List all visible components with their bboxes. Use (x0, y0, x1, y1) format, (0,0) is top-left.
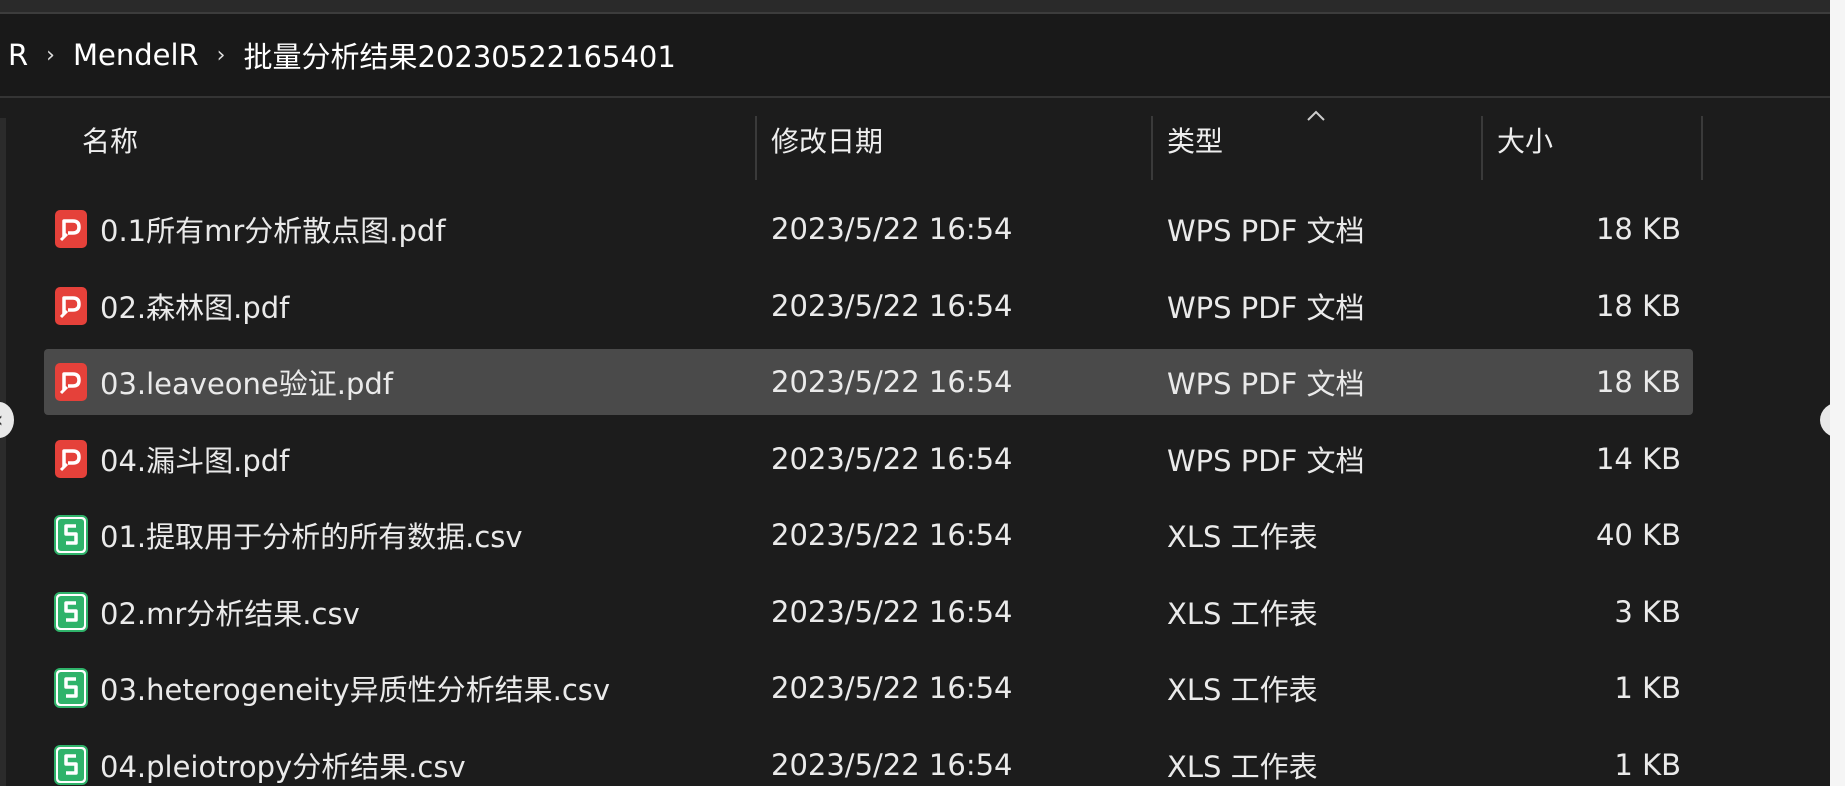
file-name: 04.pleiotropy分析结果.csv (100, 749, 466, 784)
file-row[interactable]: 0.1所有mr分析散点图.pdf 2023/5/22 16:54 WPS PDF 文… (44, 196, 1693, 262)
sort-ascending-icon (1307, 110, 1325, 121)
file-modified-date: 2023/5/22 16:54 (771, 671, 1013, 705)
file-list: 名称 修改日期 类型 大小 0.1所有mr分析散点图.pdf 2023/5/22 … (0, 98, 1830, 786)
file-type: WPS PDF 文档 (1167, 290, 1365, 325)
column-header-size-label: 大小 (1497, 125, 1554, 158)
window-right-edge (1830, 0, 1845, 786)
file-type: XLS 工作表 (1167, 596, 1318, 631)
file-name: 02.mr分析结果.csv (100, 596, 360, 631)
file-size: 18 KB (1595, 365, 1681, 399)
column-header-type-label: 类型 (1167, 125, 1224, 158)
file-name-cell: 0.1所有mr分析散点图.pdf (54, 196, 446, 262)
wps-sheet-icon (54, 668, 88, 708)
file-modified-date: 2023/5/22 16:54 (771, 212, 1013, 246)
wps-sheet-icon (54, 591, 88, 632)
file-size: 14 KB (1595, 441, 1681, 476)
file-name: 03.leaveone验证.pdf (100, 367, 394, 401)
file-name-cell: 04.漏斗图.pdf (54, 426, 289, 492)
column-header-modified[interactable]: 修改日期 (771, 98, 1151, 182)
column-divider[interactable] (1151, 116, 1153, 180)
column-divider[interactable] (1701, 116, 1703, 180)
file-name: 0.1所有mr分析散点图.pdf (100, 214, 446, 248)
file-name-cell: 02.mr分析结果.csv (54, 579, 360, 645)
file-name: 02.森林图.pdf (100, 290, 290, 325)
file-size: 3 KB (1614, 594, 1681, 629)
file-modified-date: 2023/5/22 16:54 (771, 288, 1013, 323)
file-row[interactable]: 03.leaveone验证.pdf 2023/5/22 16:54 WPS PDF … (44, 349, 1693, 415)
file-modified-date: 2023/5/22 16:54 (771, 441, 1013, 476)
file-size: 18 KB (1595, 288, 1681, 323)
file-row[interactable]: 04.pleiotropy分析结果.csv 2023/5/22 16:54 XLS … (44, 732, 1693, 786)
file-row[interactable]: 01.提取用于分析的所有数据.csv 2023/5/22 16:54 XLS 工作表… (44, 502, 1693, 568)
wps-sheet-icon (54, 515, 88, 555)
file-type: WPS PDF 文档 (1167, 443, 1365, 478)
file-modified-date: 2023/5/22 16:54 (771, 518, 1013, 552)
file-type: XLS 工作表 (1167, 520, 1318, 554)
column-divider[interactable] (755, 116, 757, 180)
file-type: XLS 工作表 (1167, 749, 1318, 784)
file-explorer-window: R › MendelR › 批量分析结果20230522165401 名称 修改… (0, 0, 1845, 786)
column-header-size[interactable]: 大小 (1497, 98, 1697, 182)
file-type: XLS 工作表 (1167, 673, 1318, 707)
file-size: 1 KB (1614, 671, 1681, 705)
file-name-cell: 03.heterogeneity异质性分析结果.csv (54, 655, 610, 721)
column-divider[interactable] (1481, 116, 1483, 180)
chevron-right-icon[interactable]: › (217, 43, 226, 68)
wps-sheet-icon (54, 744, 88, 785)
file-row[interactable]: 02.mr分析结果.csv 2023/5/22 16:54 XLS 工作表 3 KB (44, 579, 1693, 645)
file-name-cell: 03.leaveone验证.pdf (54, 349, 393, 415)
column-header-name[interactable]: 名称 (82, 98, 742, 182)
column-header-name-label: 名称 (82, 125, 139, 158)
file-size: 18 KB (1595, 212, 1681, 246)
column-header-row: 名称 修改日期 类型 大小 (0, 98, 1830, 182)
window-top-strip (0, 0, 1845, 14)
wps-pdf-icon (55, 363, 87, 401)
chevron-left-icon: ‹ (0, 408, 3, 433)
file-size: 40 KB (1595, 518, 1681, 552)
file-row[interactable]: 04.漏斗图.pdf 2023/5/22 16:54 WPS PDF 文档 14 KB (44, 426, 1693, 492)
chevron-right-icon[interactable]: › (46, 43, 55, 68)
file-name-cell: 02.森林图.pdf (54, 273, 289, 339)
file-name-cell: 04.pleiotropy分析结果.csv (54, 732, 466, 786)
file-type: WPS PDF 文档 (1167, 214, 1365, 248)
file-row[interactable]: 02.森林图.pdf 2023/5/22 16:54 WPS PDF 文档 18 KB (44, 273, 1693, 339)
breadcrumb-item-r[interactable]: R (8, 38, 28, 72)
breadcrumb: R › MendelR › 批量分析结果20230522165401 (0, 14, 1830, 98)
file-row[interactable]: 03.heterogeneity异质性分析结果.csv 2023/5/22 16:… (44, 655, 1693, 721)
file-name: 03.heterogeneity异质性分析结果.csv (100, 673, 611, 707)
column-header-modified-label: 修改日期 (771, 125, 884, 158)
wps-pdf-icon (55, 210, 87, 248)
file-modified-date: 2023/5/22 16:54 (771, 365, 1013, 399)
file-name-cell: 01.提取用于分析的所有数据.csv (54, 502, 523, 568)
file-modified-date: 2023/5/22 16:54 (771, 747, 1013, 782)
file-type: WPS PDF 文档 (1167, 367, 1365, 401)
wps-pdf-icon (55, 439, 87, 478)
file-name: 04.漏斗图.pdf (100, 443, 290, 478)
file-name: 01.提取用于分析的所有数据.csv (100, 520, 523, 554)
breadcrumb-item-mendelr[interactable]: MendelR (73, 38, 199, 72)
breadcrumb-item-current-folder[interactable]: 批量分析结果20230522165401 (243, 34, 675, 76)
file-modified-date: 2023/5/22 16:54 (771, 594, 1013, 629)
file-size: 1 KB (1614, 747, 1681, 782)
wps-pdf-icon (55, 286, 87, 325)
